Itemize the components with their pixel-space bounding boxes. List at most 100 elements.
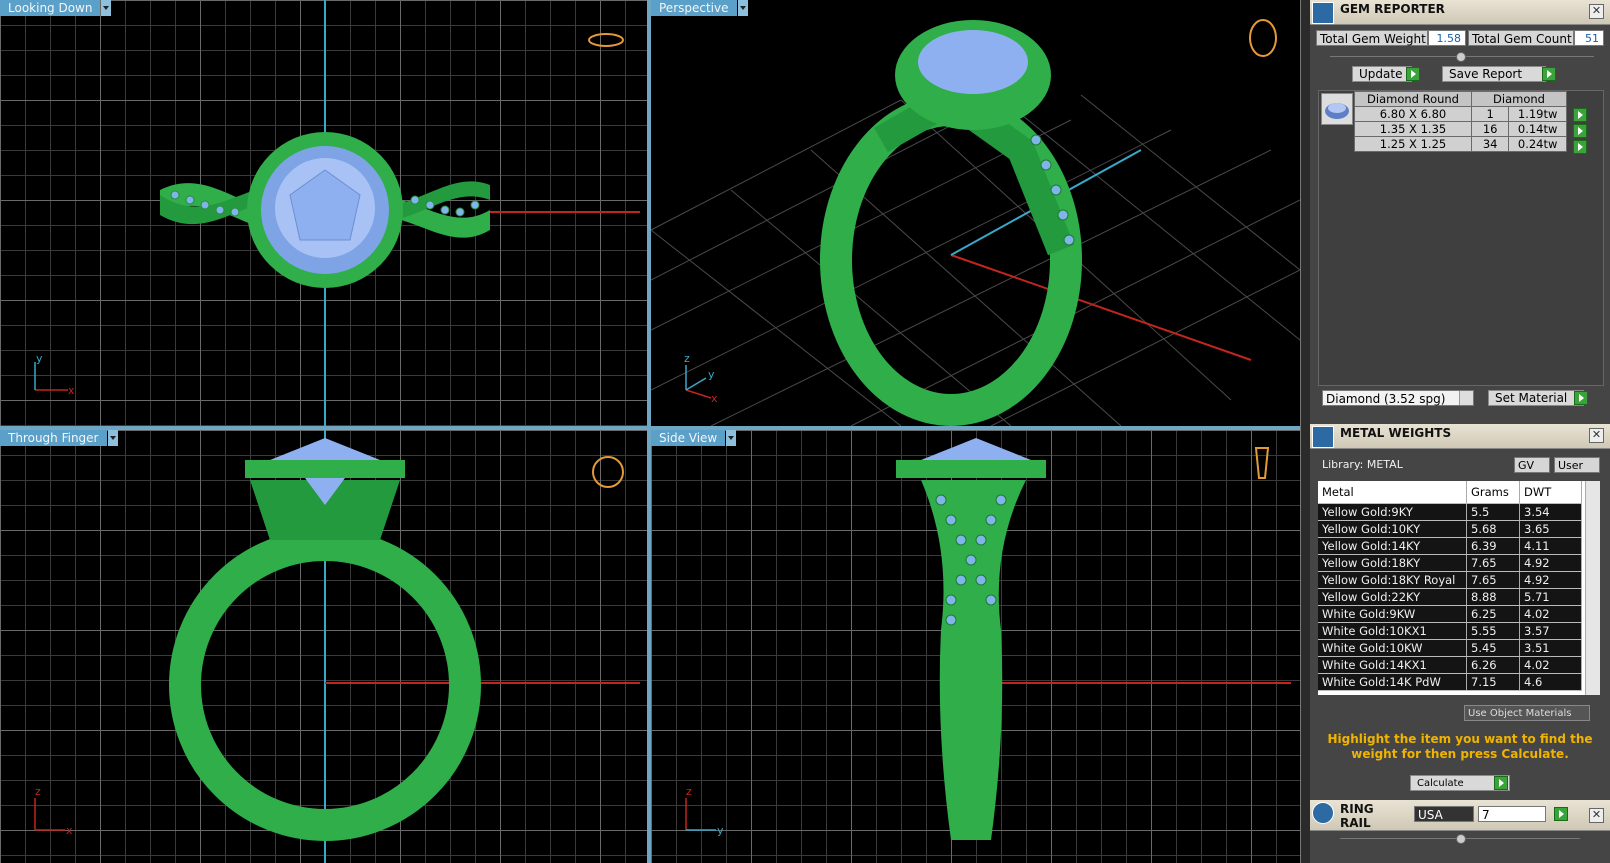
- dwt-header: DWT: [1519, 481, 1582, 504]
- close-icon[interactable]: ✕: [1589, 808, 1604, 823]
- metal-name: White Gold:9KW: [1318, 605, 1467, 623]
- slider-handle[interactable]: [1456, 52, 1466, 62]
- metal-row[interactable]: Yellow Gold:14KY 6.39 4.11: [1318, 537, 1582, 555]
- metal-name: Yellow Gold:9KY: [1318, 503, 1467, 521]
- grams-value: 7.65: [1466, 554, 1520, 572]
- gem-material-header: Diamond: [1471, 91, 1567, 107]
- gem-table-area: Diamond Round Diamond 6.80 X 6.80 1 1.19tw …: [1318, 90, 1604, 386]
- viewport-label[interactable]: Perspective: [651, 0, 748, 16]
- metal-name: Yellow Gold:22KY: [1318, 588, 1467, 606]
- metal-row[interactable]: Yellow Gold:18KY 7.65 4.92: [1318, 554, 1582, 572]
- viewport-side-view[interactable]: Side View z y: [651, 430, 1300, 863]
- metal-name: White Gold:10KX1: [1318, 622, 1467, 640]
- total-gem-count-value: 51: [1574, 30, 1604, 46]
- metal-row[interactable]: Yellow Gold:18KY Royal 7.65 4.92: [1318, 571, 1582, 589]
- gem-row-go-icon[interactable]: [1573, 140, 1587, 154]
- viewport-title: Perspective: [651, 0, 737, 16]
- gem-row[interactable]: 1.25 X 1.25 34 0.24tw: [1354, 136, 1567, 152]
- close-icon[interactable]: ✕: [1589, 4, 1604, 19]
- grams-value: 6.25: [1466, 605, 1520, 623]
- ring-render-front: z x: [34, 430, 640, 863]
- side-panel: GEM REPORTER ✕ Total Gem Weight 1.58 Tot…: [1310, 0, 1610, 863]
- dwt-value: 4.11: [1519, 537, 1582, 555]
- close-icon[interactable]: ✕: [1589, 428, 1604, 443]
- gem-row-go-icon[interactable]: [1573, 108, 1587, 122]
- dwt-value: 3.57: [1519, 622, 1582, 640]
- dwt-value: 4.92: [1519, 554, 1582, 572]
- metal-row[interactable]: White Gold:10KW 5.45 3.51: [1318, 639, 1582, 657]
- gem-reporter-header: GEM REPORTER ✕: [1310, 0, 1610, 25]
- axis-label-y: y: [708, 368, 715, 381]
- calculate-go-icon[interactable]: [1494, 776, 1508, 790]
- ring-render-perspective: z y x: [651, 19, 1300, 426]
- gem-row-go-icon[interactable]: [1573, 124, 1587, 138]
- metal-weights-header: METAL WEIGHTS ✕: [1310, 424, 1610, 449]
- gem-shape-header: Diamond Round: [1354, 91, 1472, 107]
- gem-reporter-title: GEM REPORTER: [1340, 2, 1445, 16]
- dwt-value: 4.92: [1519, 571, 1582, 589]
- use-object-materials-toggle[interactable]: Use Object Materials: [1464, 705, 1590, 721]
- ring-size-region-select[interactable]: USA: [1414, 806, 1474, 822]
- slider-handle[interactable]: [1456, 834, 1466, 844]
- metal-row[interactable]: Yellow Gold:22KY 8.88 5.71: [1318, 588, 1582, 606]
- metal-row[interactable]: White Gold:10KX1 5.55 3.57: [1318, 622, 1582, 640]
- metal-table-scrollbar[interactable]: [1585, 481, 1600, 695]
- dwt-value: 3.65: [1519, 520, 1582, 538]
- gem-row[interactable]: 6.80 X 6.80 1 1.19tw: [1354, 106, 1567, 122]
- ring-render-side: z y: [685, 438, 1291, 840]
- metal-name: Yellow Gold:18KY Royal: [1318, 571, 1467, 589]
- update-go-icon[interactable]: [1406, 67, 1420, 81]
- ring-rail-icon: [1312, 802, 1334, 824]
- metal-weights-icon: [1312, 426, 1334, 448]
- update-button[interactable]: Update: [1352, 66, 1412, 82]
- axis-label-y: y: [36, 352, 43, 365]
- set-material-go-icon[interactable]: [1574, 391, 1588, 405]
- chevron-down-icon[interactable]: [726, 430, 737, 446]
- ring-rail-go-icon[interactable]: [1554, 807, 1568, 821]
- grams-value: 6.26: [1466, 656, 1520, 674]
- view-cube-icon: [588, 33, 624, 47]
- grams-value: 5.5: [1466, 503, 1520, 521]
- viewport-through-finger[interactable]: Through Finger z x: [0, 430, 647, 863]
- viewport-perspective[interactable]: Perspective z y x: [651, 0, 1300, 426]
- metal-name: White Gold:14K PdW: [1318, 673, 1467, 691]
- axis-label-y: y: [717, 824, 724, 837]
- grams-value: 7.15: [1466, 673, 1520, 691]
- viewport-label[interactable]: Looking Down: [0, 0, 112, 16]
- chevron-down-icon[interactable]: [737, 0, 748, 16]
- metal-row[interactable]: Yellow Gold:9KY 5.5 3.54: [1318, 503, 1582, 521]
- grams-value: 5.68: [1466, 520, 1520, 538]
- viewport-looking-down[interactable]: Looking Down y x: [0, 0, 647, 426]
- metal-row[interactable]: White Gold:14KX1 6.26 4.02: [1318, 656, 1582, 674]
- dwt-value: 4.02: [1519, 656, 1582, 674]
- gem-row[interactable]: 1.35 X 1.35 16 0.14tw: [1354, 121, 1567, 137]
- metal-row[interactable]: Yellow Gold:10KY 5.68 3.65: [1318, 520, 1582, 538]
- gem-reporter-icon: [1312, 2, 1334, 24]
- gem-thumbnail[interactable]: [1321, 93, 1353, 125]
- metal-name: Yellow Gold:10KY: [1318, 520, 1467, 538]
- view-cube-icon: [1254, 447, 1270, 479]
- metal-name: White Gold:10KW: [1318, 639, 1467, 657]
- user-toggle[interactable]: User: [1554, 457, 1600, 473]
- grams-value: 8.88: [1466, 588, 1520, 606]
- chevron-down-icon[interactable]: [101, 0, 112, 16]
- ring-size-select[interactable]: 7: [1478, 806, 1546, 822]
- grams-value: 7.65: [1466, 571, 1520, 589]
- view-cube-icon: [1249, 19, 1277, 57]
- library-label: Library: METAL: [1322, 458, 1403, 471]
- viewport-title: Through Finger: [0, 430, 107, 446]
- instruction-message: Highlight the item you want to find the …: [1327, 732, 1593, 761]
- ring-rail-title: RING RAIL: [1340, 802, 1374, 830]
- viewport-label[interactable]: Through Finger: [0, 430, 118, 446]
- chevron-down-icon[interactable]: [1459, 391, 1473, 405]
- chevron-down-icon[interactable]: [107, 430, 118, 446]
- axis-label-x: x: [68, 384, 75, 397]
- gv-toggle[interactable]: GV: [1514, 457, 1550, 473]
- viewport-label[interactable]: Side View: [651, 430, 737, 446]
- metal-row[interactable]: White Gold:14K PdW 7.15 4.6: [1318, 673, 1582, 691]
- set-material-button[interactable]: Set Material: [1488, 390, 1584, 406]
- metal-row[interactable]: White Gold:9KW 6.25 4.02: [1318, 605, 1582, 623]
- save-report-go-icon[interactable]: [1542, 67, 1556, 81]
- material-select[interactable]: Diamond (3.52 spg): [1322, 390, 1474, 406]
- save-report-button[interactable]: Save Report: [1442, 66, 1546, 82]
